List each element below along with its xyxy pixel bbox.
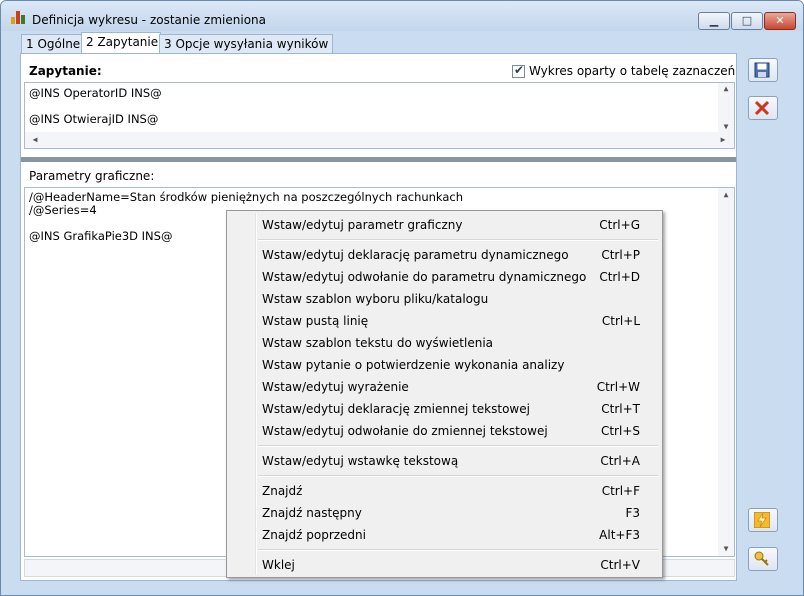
checkmark-icon: ✔ <box>514 63 525 77</box>
menu-item-shortcut: Ctrl+W <box>596 380 640 394</box>
menu-separator <box>258 549 658 551</box>
menu-item-shortcut: Ctrl+D <box>599 270 640 284</box>
scroll-up-icon[interactable]: ▲ <box>718 84 734 93</box>
tab-zapytanie[interactable]: 2 Zapytanie <box>81 32 161 54</box>
menu-item[interactable]: Wklej Ctrl+V <box>229 554 658 576</box>
menu-item[interactable]: Wstaw szablon wyboru pliku/katalogu <box>229 288 658 310</box>
menu-item[interactable]: Znajdź poprzedni Alt+F3 <box>229 524 658 546</box>
query-label: Zapytanie: <box>29 64 102 78</box>
menu-item[interactable]: Wstaw szablon tekstu do wyświetlenia <box>229 332 658 354</box>
query-vertical-scrollbar[interactable]: ▲ ▼ <box>718 83 734 132</box>
delete-button[interactable] <box>748 96 778 120</box>
minimize-button[interactable]: ▁ <box>698 12 730 30</box>
menu-item[interactable]: Wstaw/edytuj parametr graficzny Ctrl+G <box>229 214 658 236</box>
menu-separator <box>258 239 658 241</box>
menu-separator <box>258 475 658 477</box>
menu-item-label: Znajdź <box>262 484 303 498</box>
close-icon: ✕ <box>775 14 785 27</box>
menu-item-shortcut: Ctrl+V <box>600 558 640 572</box>
scroll-down-icon[interactable]: ▼ <box>718 544 734 553</box>
menu-item-shortcut: Ctrl+T <box>601 402 640 416</box>
scroll-up-icon[interactable]: ▲ <box>718 190 734 199</box>
menu-item-label: Znajdź poprzedni <box>262 528 366 542</box>
menu-item-label: Wstaw szablon tekstu do wyświetlenia <box>262 336 494 350</box>
menu-item-label: Wstaw/edytuj odwołanie do zmiennej tekst… <box>262 424 548 438</box>
save-button[interactable] <box>748 58 778 82</box>
menu-item-shortcut: Ctrl+S <box>600 424 640 438</box>
graphic-line: @INS GrafikaPie3D INS@ <box>29 229 173 243</box>
scroll-down-icon[interactable]: ▼ <box>718 122 734 131</box>
key-icon <box>754 551 769 566</box>
query-line: @INS OtwierajID INS@ <box>29 112 159 126</box>
menu-separator <box>258 445 658 447</box>
query-horizontal-scrollbar[interactable]: ◀ ▶ <box>25 132 734 148</box>
menu-item-label: Wstaw szablon wyboru pliku/katalogu <box>262 292 489 306</box>
window-title: Definicja wykresu - zostanie zmieniona <box>32 13 266 27</box>
save-icon <box>754 62 770 78</box>
key-button[interactable] <box>748 547 778 571</box>
menu-item-label: Wstaw/edytuj wyrażenie <box>262 380 409 394</box>
title-bar: Definicja wykresu - zostanie zmieniona ▁… <box>1 1 803 31</box>
menu-item-shortcut: Ctrl+L <box>601 314 640 328</box>
maximize-button[interactable]: □ <box>731 12 763 30</box>
menu-item-label: Wstaw/edytuj parametr graficzny <box>262 218 463 232</box>
menu-item-label: Wstaw/edytuj deklarację zmiennej tekstow… <box>262 402 530 416</box>
window: Definicja wykresu - zostanie zmieniona ▁… <box>0 0 804 596</box>
graphic-line: /@Series=4 <box>29 203 97 217</box>
lightning-icon <box>754 512 770 528</box>
menu-item[interactable]: Wstaw/edytuj odwołanie do zmiennej tekst… <box>229 420 658 442</box>
menu-item-shortcut: F3 <box>625 506 640 520</box>
chart-app-icon <box>11 11 25 24</box>
menu-item-shortcut: Alt+F3 <box>599 528 640 542</box>
menu-item-label: Wstaw/edytuj wstawkę tekstową <box>262 454 459 468</box>
menu-item-label: Wstaw/edytuj deklarację parametru dynami… <box>262 248 569 262</box>
section-splitter[interactable] <box>21 156 736 162</box>
menu-item-label: Wstaw/edytuj odwołanie do parametru dyna… <box>262 270 587 284</box>
graphic-params-label: Parametry graficzne: <box>29 169 155 183</box>
menu-item-shortcut: Ctrl+A <box>600 454 640 468</box>
context-menu: Wstaw/edytuj parametr graficzny Ctrl+G Wst… <box>226 210 663 578</box>
graphic-vertical-scrollbar[interactable]: ▲ ▼ <box>718 188 734 556</box>
delete-icon <box>754 100 770 116</box>
maximize-icon: □ <box>741 14 753 27</box>
menu-item[interactable]: Wstaw/edytuj wyrażenie Ctrl+W <box>229 376 658 398</box>
menu-item-label: Wstaw pustą linię <box>262 314 369 328</box>
scroll-left-icon[interactable]: ◀ <box>27 135 43 144</box>
menu-item[interactable]: Wstaw pustą linię Ctrl+L <box>229 310 658 332</box>
menu-item-shortcut: Ctrl+P <box>601 248 640 262</box>
close-button[interactable]: ✕ <box>764 12 796 30</box>
selection-table-checkbox-label[interactable]: Wykres oparty o tabelę zaznaczeń <box>529 64 735 78</box>
menu-item[interactable]: Wstaw/edytuj odwołanie do parametru dyna… <box>229 266 658 288</box>
query-line: @INS OperatorID INS@ <box>29 86 162 100</box>
menu-item[interactable]: Znajdź Ctrl+F <box>229 480 658 502</box>
menu-item[interactable]: Znajdź następny F3 <box>229 502 658 524</box>
menu-item[interactable]: Wstaw/edytuj wstawkę tekstową Ctrl+A <box>229 450 658 472</box>
scroll-right-icon[interactable]: ▶ <box>715 135 731 144</box>
menu-item-shortcut: Ctrl+F <box>601 484 640 498</box>
minimize-icon: ▁ <box>709 14 719 27</box>
query-editor[interactable]: @INS OperatorID INS@ @INS OtwierajID INS… <box>24 82 735 149</box>
run-button[interactable] <box>748 508 778 532</box>
tab-opcje-wysylania[interactable]: 3 Opcje wysyłania wyników <box>159 34 333 53</box>
menu-item-label: Znajdź następny <box>262 506 362 520</box>
selection-table-checkbox[interactable]: ✔ <box>512 63 525 78</box>
menu-item[interactable]: Wstaw/edytuj deklarację zmiennej tekstow… <box>229 398 658 420</box>
menu-item-label: Wstaw pytanie o potwierdzenie wykonania … <box>262 358 565 372</box>
graphic-line: /@HeaderName=Stan środków pieniężnych na… <box>29 190 464 204</box>
menu-item[interactable]: Wstaw/edytuj deklarację parametru dynami… <box>229 244 658 266</box>
menu-item-label: Wklej <box>262 558 295 572</box>
menu-item-shortcut: Ctrl+G <box>599 218 640 232</box>
menu-item[interactable]: Wstaw pytanie o potwierdzenie wykonania … <box>229 354 658 376</box>
tab-ogolne[interactable]: 1 Ogólne <box>21 34 82 53</box>
